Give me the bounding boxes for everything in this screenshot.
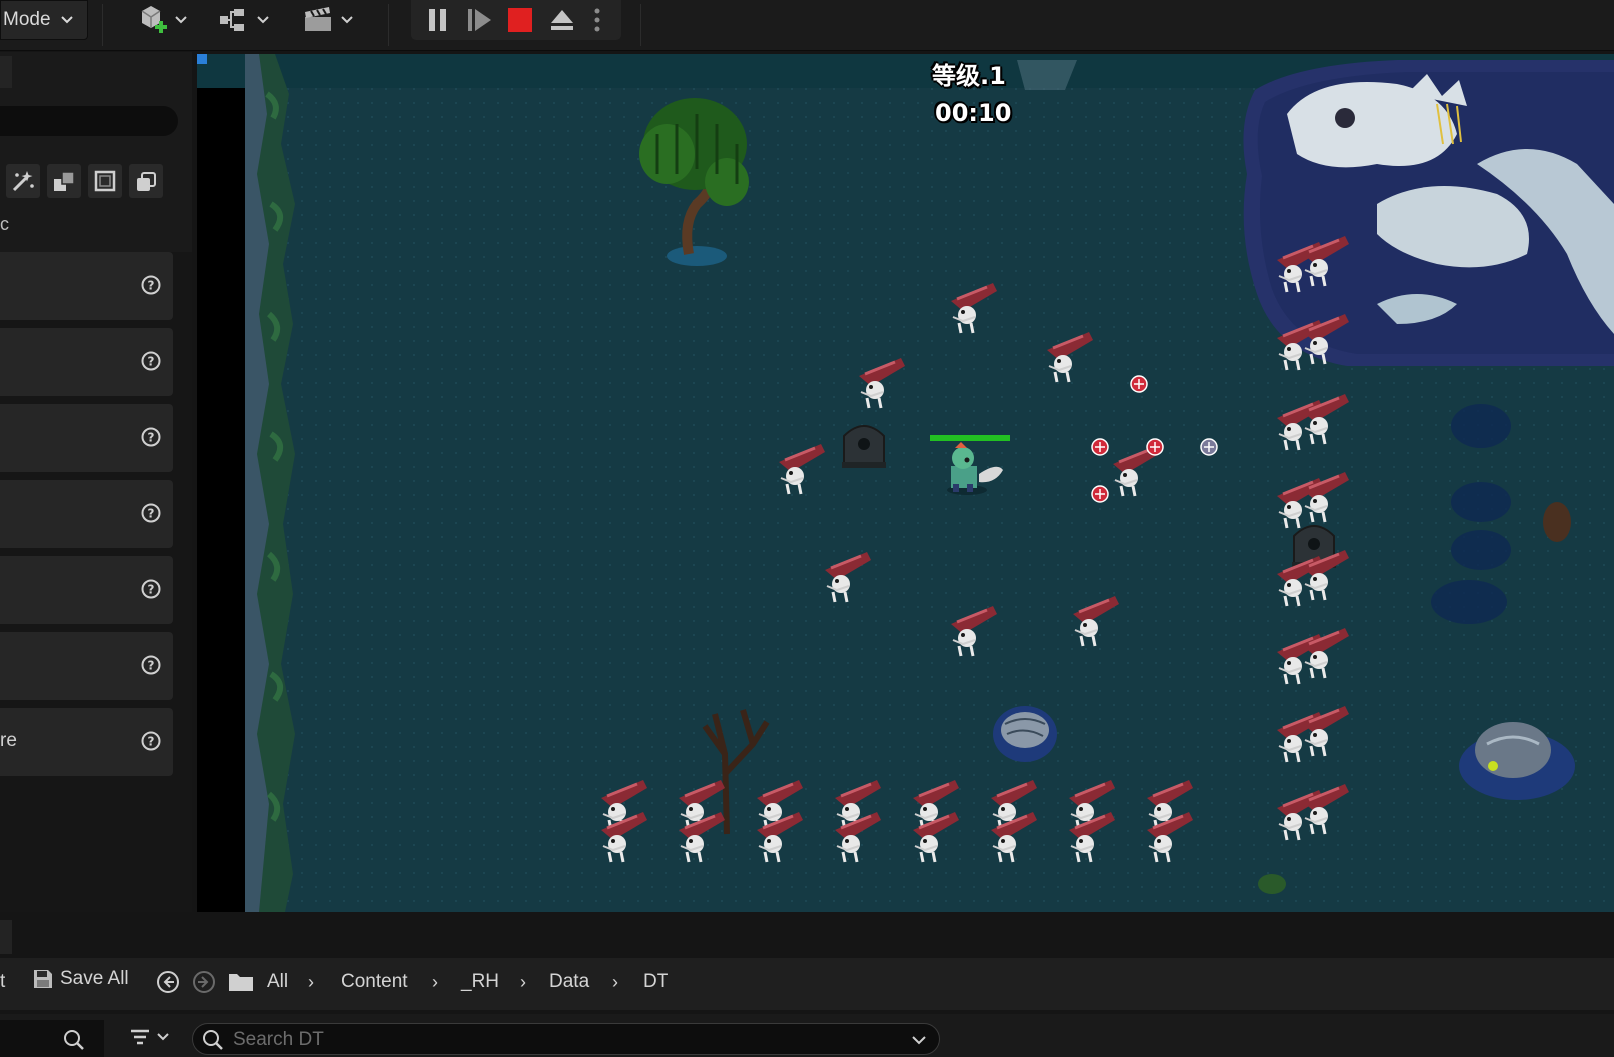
filter-button[interactable] [128, 1025, 170, 1049]
level-indicator: 等级.1 [932, 62, 1006, 90]
content-browser-tab[interactable] [0, 920, 12, 954]
category-item[interactable]: ? [0, 404, 173, 472]
help-icon[interactable]: ? [141, 275, 161, 295]
game-timer: 00:10 [935, 99, 1012, 127]
panel-label: c [0, 214, 9, 234]
svg-text:?: ? [148, 583, 155, 597]
blueprint-button[interactable] [218, 0, 270, 40]
search-icon [203, 1030, 223, 1050]
filter-icon [131, 1029, 149, 1045]
breadcrumb-all[interactable]: All [267, 971, 288, 993]
save-all-button[interactable]: Save All [32, 968, 129, 990]
mode-label: Mode [3, 9, 51, 30]
chevron-down-icon [175, 16, 187, 24]
help-icon[interactable]: ? [141, 731, 161, 751]
rock-sprite [993, 706, 1057, 762]
category-item[interactable]: ? [0, 328, 173, 396]
layers-icon [137, 172, 156, 191]
chevron-down-icon [257, 16, 269, 24]
game-viewport[interactable]: 等级.1 00:10 [197, 54, 1614, 912]
panel-tab[interactable] [0, 56, 12, 88]
tombstone-sprite [841, 425, 887, 469]
pause-icon[interactable] [425, 6, 451, 34]
barrel-sprite [1543, 502, 1571, 542]
breadcrumb-data[interactable]: Data [549, 971, 589, 993]
svg-text:?: ? [148, 279, 155, 293]
eject-icon[interactable] [548, 6, 576, 34]
svg-text:?: ? [148, 431, 155, 445]
svg-text:?: ? [148, 735, 155, 749]
help-icon[interactable]: ? [141, 503, 161, 523]
category-item[interactable]: ? [0, 480, 173, 548]
save-icon [34, 970, 52, 988]
back-arrow-icon[interactable] [156, 970, 180, 994]
game-scene [197, 54, 1614, 912]
breadcrumb-rh[interactable]: _RH [461, 971, 499, 993]
chevron-down-icon [157, 1033, 169, 1041]
toolbar-separator [388, 4, 389, 46]
breadcrumb-content[interactable]: Content [341, 971, 408, 993]
save-all-label: Save All [60, 968, 129, 989]
search-icon [64, 1030, 84, 1050]
chevron-down-icon [60, 16, 73, 24]
chevron-down-icon[interactable] [911, 1032, 927, 1048]
folder-icon[interactable] [227, 970, 255, 994]
panel-search-input[interactable] [0, 106, 178, 136]
more-options-icon[interactable] [591, 6, 603, 34]
toolbar-separator [102, 4, 103, 46]
help-icon[interactable]: ? [141, 351, 161, 371]
content-browser: t Save All All › Content › _RH › Data › … [0, 912, 1614, 1057]
blueprint-icon [220, 9, 244, 31]
category-item[interactable]: ? [0, 556, 173, 624]
play-controls [411, 0, 621, 40]
bone-dragon-lake [1243, 60, 1614, 366]
toolbar-separator [640, 4, 641, 46]
breadcrumb-dt[interactable]: DT [643, 971, 668, 993]
category-list: ? ? ? ? ? ? re ? [0, 252, 192, 912]
place-actors-panel: c ? ? ? ? ? ? re ? [0, 52, 192, 912]
help-icon[interactable]: ? [141, 579, 161, 599]
category-item[interactable]: ? [0, 252, 173, 320]
category-item[interactable]: ? [0, 632, 173, 700]
help-icon[interactable]: ? [141, 655, 161, 675]
breadcrumb-separator-icon: › [432, 972, 438, 992]
sources-search-input[interactable] [0, 1020, 104, 1057]
partial-text: t [0, 971, 6, 992]
square-icon [94, 170, 116, 192]
main-toolbar: Mode [0, 0, 1614, 51]
svg-text:?: ? [148, 355, 155, 369]
add-actor-button[interactable] [136, 0, 188, 40]
step-icon[interactable] [465, 6, 493, 34]
blocks-icon [54, 171, 75, 191]
tool-button[interactable] [129, 164, 163, 198]
cinematics-button[interactable] [302, 0, 354, 40]
breadcrumb-separator-icon: › [308, 972, 314, 992]
svg-text:?: ? [148, 659, 155, 673]
tool-button[interactable] [6, 164, 40, 198]
stop-icon[interactable] [507, 7, 533, 33]
cinematics-icon [305, 7, 331, 31]
tool-button[interactable] [88, 164, 122, 198]
tool-button[interactable] [47, 164, 81, 198]
mode-dropdown[interactable]: Mode [0, 0, 88, 40]
asset-search-box[interactable] [192, 1023, 940, 1055]
category-item[interactable]: re ? [0, 708, 173, 776]
svg-text:?: ? [148, 507, 155, 521]
category-label: re [0, 730, 17, 751]
asset-search-input[interactable] [231, 1027, 895, 1053]
add-actor-icon [141, 6, 167, 33]
magic-wand-icon [12, 171, 34, 192]
forward-arrow-icon[interactable] [192, 970, 216, 994]
help-icon[interactable]: ? [141, 427, 161, 447]
chevron-down-icon [341, 16, 353, 24]
breadcrumb-separator-icon: › [612, 972, 618, 992]
breadcrumb-separator-icon: › [520, 972, 526, 992]
